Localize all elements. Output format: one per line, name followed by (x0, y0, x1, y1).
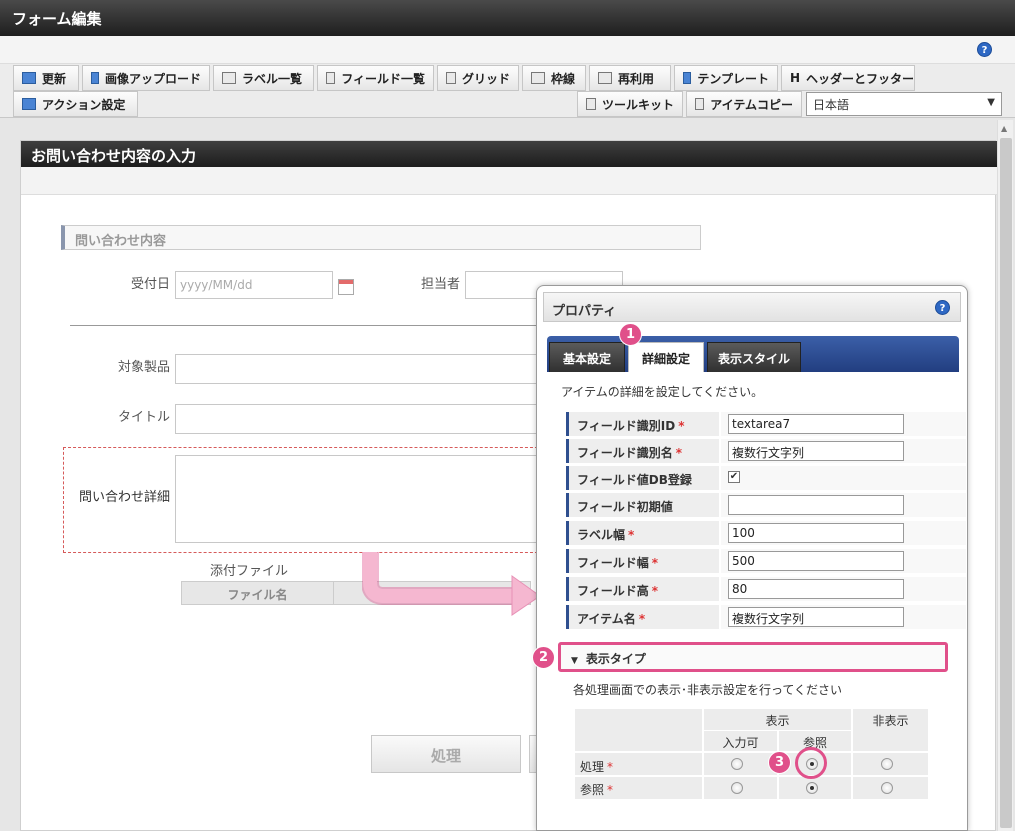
action-settings-button[interactable]: アクション設定 (13, 91, 138, 117)
highlight-ring (795, 747, 827, 779)
callout-badge-3: 3 (768, 751, 791, 774)
db-register-checkbox[interactable]: ✔ (728, 471, 740, 483)
panel-help-icon[interactable]: ? (935, 300, 950, 315)
form-title: お問い合わせ内容の入力 (21, 141, 997, 167)
field-list-icon (326, 72, 336, 84)
template-button[interactable]: テンプレート (674, 65, 778, 91)
radio-process-input[interactable] (731, 758, 743, 770)
detail-textarea[interactable] (175, 455, 540, 543)
help-icon[interactable]: ? (977, 42, 992, 57)
product-label: 対象製品 (117, 360, 170, 375)
radio-reference-input[interactable] (731, 782, 743, 794)
image-upload-icon (91, 72, 99, 84)
grid-icon (446, 72, 456, 84)
toolkit-icon (586, 98, 596, 110)
label-list-button[interactable]: ラベル一覧 (213, 65, 314, 91)
visibility-table: 表示 非表示 入力可 参照 処理 * 参照 * (575, 709, 928, 799)
pointer-arrow-icon (362, 552, 541, 616)
detail-label: 問い合わせ詳細 (78, 490, 170, 505)
divider (70, 325, 610, 326)
form-subbar (21, 167, 997, 195)
field-id-input[interactable]: textarea7 (728, 414, 904, 434)
scrollbar[interactable]: ▲ (997, 120, 1013, 831)
chevron-down-icon: ▼ (987, 97, 995, 108)
field-id-label: フィールド識別ID * (566, 412, 719, 436)
label-list-icon (222, 72, 236, 84)
field-width-label: フィールド幅 * (566, 549, 719, 573)
initial-value-label: フィールド初期値 (566, 493, 719, 517)
radio-reference-hide[interactable] (881, 782, 893, 794)
item-copy-button[interactable]: アイテムコピー (686, 91, 802, 117)
panel-description: アイテムの詳細を設定してください。 (561, 385, 764, 399)
update-button[interactable]: 更新 (13, 65, 79, 91)
db-register-cell (721, 466, 966, 490)
section-header[interactable]: 問い合わせ内容 (61, 225, 701, 250)
file-name-column: ファイル名 (182, 582, 334, 604)
process-button[interactable]: 処理 (371, 735, 521, 773)
header-footer-icon: H (790, 71, 801, 85)
scroll-thumb[interactable] (1000, 138, 1012, 828)
field-height-label: フィールド高 * (566, 577, 719, 601)
header-footer-button[interactable]: H ヘッダーとフッター (781, 65, 915, 91)
top-bar: ? (0, 36, 1015, 64)
field-name-input[interactable]: 複数行文字列 (728, 441, 904, 461)
grid-button[interactable]: グリッド (437, 65, 519, 91)
display-type-header[interactable]: ▼ 表示タイプ (558, 642, 948, 672)
row-reference-label: 参照 * (580, 783, 614, 797)
title-input[interactable] (175, 404, 540, 434)
reuse-icon (598, 72, 612, 84)
toolkit-button[interactable]: ツールキット (577, 91, 683, 117)
caret-down-icon: ▼ (571, 656, 578, 666)
field-height-input[interactable]: 80 (728, 579, 904, 599)
tab-display-style[interactable]: 表示スタイル (707, 342, 801, 372)
language-select[interactable]: 日本語 ▼ (806, 92, 1002, 116)
tab-detail-settings[interactable]: 詳細設定 (628, 342, 704, 372)
field-list-button[interactable]: フィールド一覧 (317, 65, 434, 91)
initial-value-input[interactable] (728, 495, 904, 515)
border-button[interactable]: 枠線 (522, 65, 586, 91)
label-width-label: ラベル幅 * (566, 521, 719, 545)
col-input: 入力可 (722, 736, 759, 750)
callout-badge-2: 2 (532, 646, 555, 669)
image-upload-button[interactable]: 画像アップロード (82, 65, 210, 91)
col-show: 表示 (765, 714, 790, 728)
receipt-date-input[interactable]: yyyy/MM/dd (175, 271, 333, 299)
item-name-input[interactable]: 複数行文字列 (728, 607, 904, 627)
field-name-label: フィールド識別名 * (566, 439, 719, 463)
scroll-up-icon[interactable]: ▲ (1001, 124, 1007, 133)
label-width-input[interactable]: 100 (728, 523, 904, 543)
window-title: フォーム編集 (0, 0, 1015, 36)
template-icon (683, 72, 692, 84)
reuse-button[interactable]: 再利用 (589, 65, 671, 91)
receipt-date-label: 受付日 (130, 277, 170, 292)
person-label: 担当者 (420, 277, 460, 292)
radio-reference-reference[interactable] (806, 782, 818, 794)
item-name-label: アイテム名 * (566, 605, 719, 629)
product-input[interactable] (175, 354, 540, 384)
radio-process-hide[interactable] (881, 758, 893, 770)
panel-title: プロパティ (543, 292, 961, 322)
attachment-label: 添付ファイル (210, 564, 289, 579)
db-register-label: フィールド値DB登録 (566, 466, 719, 490)
tab-basic-settings[interactable]: 基本設定 (549, 342, 625, 372)
item-copy-icon (695, 98, 705, 110)
row-process-label: 処理 * (580, 760, 614, 774)
calendar-icon[interactable] (338, 279, 354, 295)
refresh-icon (22, 72, 36, 84)
border-icon (531, 72, 545, 84)
action-icon (22, 98, 36, 110)
callout-badge-1: 1 (619, 323, 642, 346)
field-width-input[interactable]: 500 (728, 551, 904, 571)
display-type-description: 各処理画面での表示･非表示設定を行ってください (573, 683, 843, 697)
title-label: タイトル (117, 410, 170, 425)
col-hide: 非表示 (872, 714, 909, 728)
